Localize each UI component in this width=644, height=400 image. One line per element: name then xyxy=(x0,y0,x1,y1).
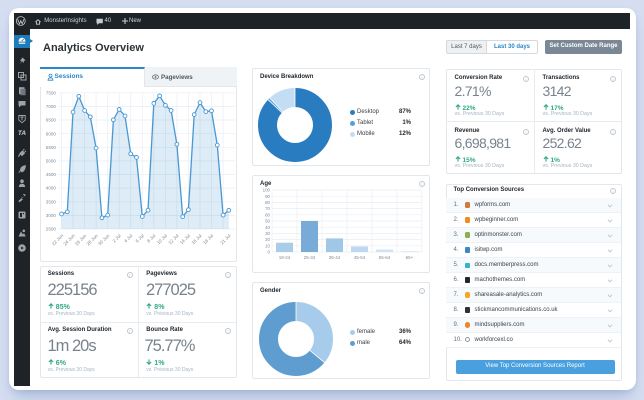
svg-text:80: 80 xyxy=(265,200,270,205)
svg-text:24 Jun: 24 Jun xyxy=(62,233,76,247)
svg-text:3500: 3500 xyxy=(45,199,56,204)
svg-text:7500: 7500 xyxy=(45,90,56,95)
svg-text:21 Jul: 21 Jul xyxy=(219,233,231,245)
svg-text:6000: 6000 xyxy=(45,131,56,136)
svg-text:12 Jul: 12 Jul xyxy=(167,233,179,245)
svg-text:14 Jul: 14 Jul xyxy=(178,233,190,245)
svg-text:4000: 4000 xyxy=(45,186,56,191)
svg-text:30: 30 xyxy=(265,231,270,236)
svg-text:60: 60 xyxy=(265,212,270,217)
svg-text:50: 50 xyxy=(265,219,270,224)
svg-text:3000: 3000 xyxy=(45,213,56,218)
svg-text:18-24: 18-24 xyxy=(279,255,291,260)
svg-text:30 Jun: 30 Jun xyxy=(97,233,111,247)
svg-text:0: 0 xyxy=(268,250,271,255)
svg-text:100: 100 xyxy=(263,188,271,193)
svg-text:10 Jul: 10 Jul xyxy=(155,233,167,245)
svg-text:18 Jul: 18 Jul xyxy=(201,233,213,245)
svg-text:65+: 65+ xyxy=(406,255,414,260)
svg-text:4 Jul: 4 Jul xyxy=(122,233,132,243)
svg-text:2 Jul: 2 Jul xyxy=(111,233,121,243)
svg-text:20: 20 xyxy=(265,237,270,242)
svg-text:55-64: 55-64 xyxy=(379,255,391,260)
svg-text:6 Jul: 6 Jul xyxy=(134,233,144,243)
svg-text:40: 40 xyxy=(265,225,270,230)
svg-text:5500: 5500 xyxy=(45,145,56,150)
svg-text:35-44: 35-44 xyxy=(329,255,341,260)
svg-text:26 Jun: 26 Jun xyxy=(74,233,88,247)
svg-text:70: 70 xyxy=(265,206,270,211)
svg-text:10: 10 xyxy=(265,243,270,248)
svg-text:28 Jun: 28 Jun xyxy=(85,233,99,247)
svg-text:2500: 2500 xyxy=(45,227,56,232)
svg-text:90: 90 xyxy=(265,194,270,199)
svg-text:25-34: 25-34 xyxy=(304,255,316,260)
svg-text:4500: 4500 xyxy=(45,172,56,177)
svg-text:45-54: 45-54 xyxy=(354,255,366,260)
svg-text:7000: 7000 xyxy=(45,104,56,109)
svg-text:22 Jun: 22 Jun xyxy=(50,233,64,247)
svg-text:5000: 5000 xyxy=(45,159,56,164)
svg-text:16 Jul: 16 Jul xyxy=(190,233,202,245)
svg-text:6500: 6500 xyxy=(45,118,56,123)
